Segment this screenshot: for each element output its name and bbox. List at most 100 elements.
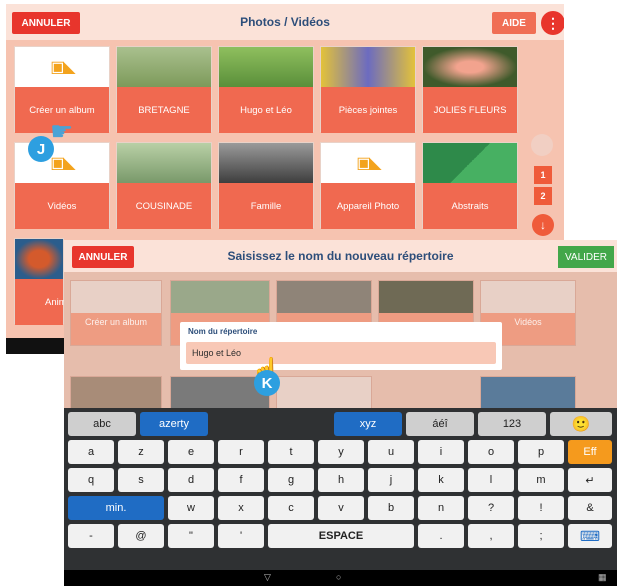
key-y[interactable]: y bbox=[318, 440, 364, 464]
home-nav-icon[interactable]: ○ bbox=[336, 572, 341, 582]
key-x[interactable]: x bbox=[218, 496, 264, 520]
key-shift-lowercase[interactable]: min. bbox=[68, 496, 164, 520]
folder-name-label: Nom du répertoire bbox=[188, 327, 258, 336]
cancel-button[interactable]: ANNULER bbox=[72, 246, 134, 268]
key-space[interactable]: ESPACE bbox=[268, 524, 414, 548]
back-nav-icon[interactable]: ▽ bbox=[264, 572, 271, 583]
tile-pieces-jointes[interactable]: Pièces jointes bbox=[320, 46, 416, 133]
help-button[interactable]: AIDE bbox=[492, 12, 536, 34]
key-at[interactable]: @ bbox=[118, 524, 164, 548]
key-layout-xyz[interactable]: xyz bbox=[334, 412, 402, 436]
key-comma[interactable]: , bbox=[468, 524, 514, 548]
key-c[interactable]: c bbox=[268, 496, 314, 520]
tile-animaux[interactable]: Anim bbox=[14, 238, 67, 325]
tile-bretagne[interactable]: BRETAGNE bbox=[116, 46, 212, 133]
key-u[interactable]: u bbox=[368, 440, 414, 464]
camera-icon bbox=[71, 281, 161, 313]
key-o[interactable]: o bbox=[468, 440, 514, 464]
key-r[interactable]: r bbox=[218, 440, 264, 464]
key-e[interactable]: e bbox=[168, 440, 214, 464]
tile-label: JOLIES FLEURS bbox=[423, 87, 517, 133]
key-p[interactable]: p bbox=[518, 440, 564, 464]
more-options-button[interactable]: ⋮ bbox=[541, 11, 564, 35]
key-j[interactable]: j bbox=[368, 468, 414, 492]
folder-name-dialog: Nom du répertoire Hugo et Léo bbox=[180, 322, 502, 370]
tile-famille[interactable]: Famille bbox=[218, 142, 314, 229]
key-g[interactable]: g bbox=[268, 468, 314, 492]
scroll-down-button[interactable]: ↓ bbox=[532, 214, 554, 236]
key-a[interactable]: a bbox=[68, 440, 114, 464]
tile-label: Appareil Photo bbox=[321, 183, 415, 229]
camera-icon: ▣◣ bbox=[356, 155, 381, 172]
album-thumbnail bbox=[117, 143, 211, 183]
key-t[interactable]: t bbox=[268, 440, 314, 464]
key-enter[interactable]: ↵ bbox=[568, 468, 612, 492]
tile-hugo-et-leo[interactable]: Hugo et Léo bbox=[218, 46, 314, 133]
folder-name-input[interactable]: Hugo et Léo bbox=[186, 342, 496, 364]
key-ampersand[interactable]: & bbox=[568, 496, 612, 520]
tile-label: Famille bbox=[219, 183, 313, 229]
key-hyphen[interactable]: - bbox=[68, 524, 114, 548]
key-h[interactable]: h bbox=[318, 468, 364, 492]
tile-videos[interactable]: ▣◣ Vidéos bbox=[14, 142, 110, 229]
key-d[interactable]: d bbox=[168, 468, 214, 492]
key-emoji[interactable]: 🙂 bbox=[550, 412, 612, 436]
tile-abstraits[interactable]: Abstraits bbox=[422, 142, 518, 229]
key-numbers[interactable]: 123 bbox=[478, 412, 546, 436]
key-period[interactable]: . bbox=[418, 524, 464, 548]
key-layout-abc[interactable]: abc bbox=[68, 412, 136, 436]
screenshot-stage: Photos / Vidéos ANNULER AIDE ⋮ ▣◣ Créer … bbox=[0, 0, 617, 586]
tile-cousinade[interactable]: COUSINADE bbox=[116, 142, 212, 229]
key-s[interactable]: s bbox=[118, 468, 164, 492]
key-k[interactable]: k bbox=[418, 468, 464, 492]
key-n[interactable]: n bbox=[418, 496, 464, 520]
album-thumbnail bbox=[71, 377, 161, 409]
tile-label: Anim bbox=[15, 279, 67, 325]
key-i[interactable]: i bbox=[418, 440, 464, 464]
tile-label: Vidéos bbox=[15, 183, 109, 229]
key-f[interactable]: f bbox=[218, 468, 264, 492]
keyboard-nav-icon[interactable]: ▦ bbox=[598, 572, 607, 583]
device-bezel bbox=[6, 338, 64, 354]
key-semicolon[interactable]: ; bbox=[518, 524, 564, 548]
key-layout-azerty[interactable]: azerty bbox=[140, 412, 208, 436]
tile-label: Pièces jointes bbox=[321, 87, 415, 133]
key-w[interactable]: w bbox=[168, 496, 214, 520]
album-thumbnail bbox=[219, 47, 313, 87]
key-double-quote[interactable]: " bbox=[168, 524, 214, 548]
tile-jolies-fleurs[interactable]: JOLIES FLEURS bbox=[422, 46, 518, 133]
page-title: Photos / Vidéos bbox=[240, 15, 330, 29]
pointing-hand-icon: ☛ bbox=[50, 116, 74, 146]
key-l[interactable]: l bbox=[468, 468, 514, 492]
key-hide-keyboard[interactable]: ⌨ bbox=[568, 524, 612, 548]
key-accents[interactable]: áéî bbox=[406, 412, 474, 436]
page-2-button[interactable]: 2 bbox=[534, 187, 552, 205]
key-z[interactable]: z bbox=[118, 440, 164, 464]
page-1-button[interactable]: 1 bbox=[534, 166, 552, 184]
key-m[interactable]: m bbox=[518, 468, 564, 492]
validate-button[interactable]: VALIDER bbox=[558, 246, 614, 268]
tile-label: BRETAGNE bbox=[117, 87, 211, 133]
key-q[interactable]: q bbox=[68, 468, 114, 492]
album-thumbnail bbox=[379, 281, 473, 313]
android-nav-bar: ▽ ○ ▦ bbox=[64, 570, 617, 586]
tile-appareil-photo[interactable]: ▣◣ Appareil Photo bbox=[320, 142, 416, 229]
key-delete[interactable]: Eff bbox=[568, 440, 612, 464]
key-exclamation[interactable]: ! bbox=[518, 496, 564, 520]
album-thumbnail bbox=[481, 377, 575, 409]
key-v[interactable]: v bbox=[318, 496, 364, 520]
album-thumbnail bbox=[423, 143, 517, 183]
album-thumbnail bbox=[15, 239, 63, 279]
key-b[interactable]: b bbox=[368, 496, 414, 520]
album-thumbnail bbox=[321, 47, 415, 87]
step-marker-j: J bbox=[28, 136, 54, 162]
bg-tile-row2 bbox=[276, 376, 372, 409]
key-apostrophe[interactable]: ' bbox=[218, 524, 264, 548]
step-marker-k: K bbox=[254, 370, 280, 396]
cancel-button[interactable]: ANNULER bbox=[12, 12, 80, 34]
video-camera-icon bbox=[481, 281, 575, 313]
scroll-up-button[interactable] bbox=[531, 134, 553, 156]
tile-label: Hugo et Léo bbox=[219, 87, 313, 133]
key-question[interactable]: ? bbox=[468, 496, 514, 520]
tile-label: Abstraits bbox=[423, 183, 517, 229]
